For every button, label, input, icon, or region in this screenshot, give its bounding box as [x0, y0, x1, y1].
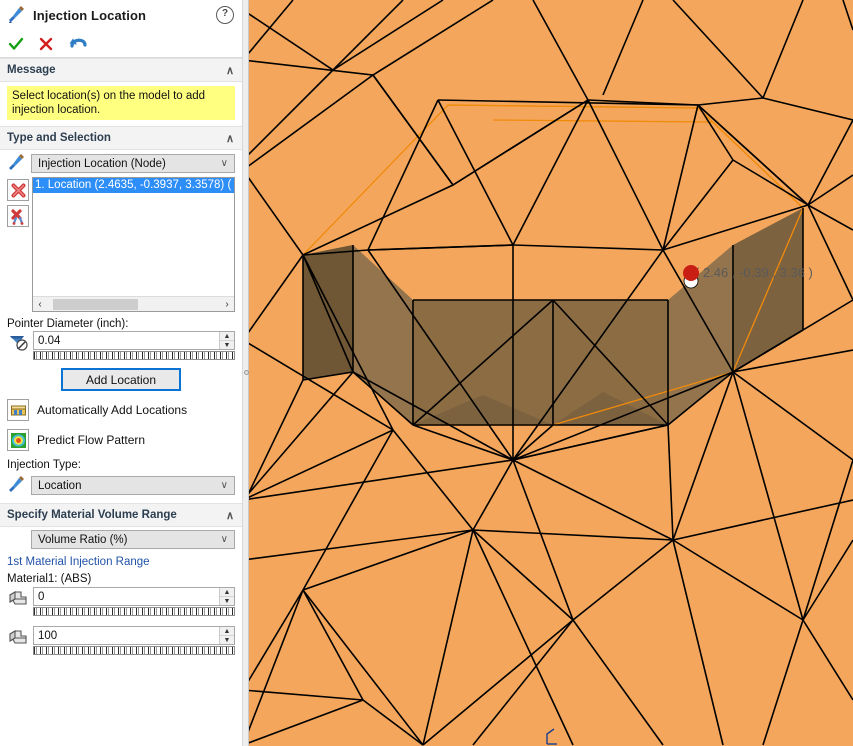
material-max-row: ▲ ▼ — [0, 626, 242, 657]
pointer-diameter-row: ▲ ▼ — [0, 331, 242, 362]
predict-flow-pattern-icon[interactable] — [7, 429, 29, 451]
type-combo-row: Injection Location (Node) ∨ — [0, 150, 242, 177]
property-manager-panel: Injection Location ? Message ∧ Select lo… — [0, 0, 243, 746]
spin-up-icon[interactable]: ▲ — [220, 588, 234, 597]
scroll-left-arrow-icon[interactable]: ‹ — [33, 299, 47, 310]
pointer-diameter-icon — [7, 331, 29, 356]
material-min-spinner[interactable]: ▲ ▼ — [33, 587, 235, 606]
material-max-field-wrap: ▲ ▼ — [33, 626, 235, 655]
add-location-row: Add Location — [0, 362, 242, 395]
chevron-up-icon[interactable]: ∧ — [226, 132, 234, 145]
section-header-material-volume[interactable]: Specify Material Volume Range ∧ — [0, 503, 242, 527]
message-text: Select location(s) on the model to add i… — [7, 86, 235, 120]
predict-flow-pattern-row[interactable]: Predict Flow Pattern — [0, 425, 242, 455]
pointer-diameter-input[interactable] — [34, 332, 219, 349]
coordinate-readout: ( 2.46 , -0.39 , 3.36 ) — [695, 265, 813, 280]
material-min-field-wrap: ▲ ▼ — [33, 587, 235, 616]
cancel-button[interactable] — [38, 36, 54, 52]
volume-block-icon — [7, 587, 29, 612]
material-max-spinner[interactable]: ▲ ▼ — [33, 626, 235, 645]
material-name-label: Material1: (ABS) — [7, 573, 92, 585]
volume-unit-value: Volume Ratio (%) — [38, 533, 128, 546]
selection-area: 1. Location (2.4635, -0.3937, 3.3578) ( … — [0, 177, 242, 314]
section-header-type-selection[interactable]: Type and Selection ∧ — [0, 126, 242, 150]
delete-all-locations-button[interactable] — [7, 205, 29, 227]
selection-tool-buttons — [7, 177, 29, 227]
chevron-down-icon[interactable]: ∨ — [221, 480, 232, 491]
spin-up-icon[interactable]: ▲ — [220, 332, 234, 341]
undo-button[interactable] — [68, 34, 90, 54]
injection-nozzle-small-icon — [7, 153, 27, 174]
pointer-diameter-field-wrap: ▲ ▼ — [33, 331, 235, 360]
material-min-input[interactable] — [34, 588, 219, 605]
material-max-slider[interactable] — [33, 646, 235, 655]
chevron-down-icon[interactable]: ∨ — [221, 534, 232, 545]
auto-add-locations-row[interactable]: Automatically Add Locations — [0, 395, 242, 425]
material-min-slider[interactable] — [33, 607, 235, 616]
scroll-right-arrow-icon[interactable]: › — [220, 299, 234, 310]
injection-type-value: Location — [38, 479, 82, 492]
pointer-diameter-spinner[interactable]: ▲ ▼ — [33, 331, 235, 350]
injection-nozzle-icon — [6, 4, 26, 27]
spin-down-icon[interactable]: ▼ — [220, 597, 234, 605]
panel-action-bar — [0, 30, 242, 58]
chevron-down-icon[interactable]: ∨ — [221, 158, 232, 169]
material-injection-range-link[interactable]: 1st Material Injection Range — [0, 552, 242, 570]
help-icon[interactable]: ? — [216, 6, 234, 24]
scrollbar-track[interactable] — [47, 297, 220, 311]
volume-unit-row: Volume Ratio (%) ∨ — [0, 527, 242, 552]
section-title-type-selection: Type and Selection — [7, 132, 111, 144]
delete-location-button[interactable] — [7, 179, 29, 201]
injection-type-row: Location ∨ — [0, 472, 242, 499]
spin-down-icon[interactable]: ▼ — [220, 636, 234, 644]
predict-flow-pattern-label: Predict Flow Pattern — [37, 433, 146, 447]
injection-location-window: Injection Location ? Message ∧ Select lo… — [0, 0, 853, 746]
pointer-diameter-spin-buttons[interactable]: ▲ ▼ — [219, 332, 234, 349]
panel-title-bar: Injection Location ? — [0, 0, 242, 30]
panel-splitter[interactable] — [243, 0, 249, 746]
page-title: Injection Location — [33, 7, 147, 23]
injection-type-label: Injection Type: — [7, 459, 81, 471]
auto-add-locations-label: Automatically Add Locations — [37, 403, 188, 417]
chevron-up-icon[interactable]: ∧ — [226, 509, 234, 522]
spin-up-icon[interactable]: ▲ — [220, 627, 234, 636]
add-location-button[interactable]: Add Location — [61, 368, 181, 391]
mesh-model[interactable] — [243, 0, 853, 746]
spin-down-icon[interactable]: ▼ — [220, 341, 234, 349]
pointer-diameter-label: Pointer Diameter (inch): — [7, 318, 129, 330]
injection-location-type-select[interactable]: Injection Location (Node) ∨ — [31, 154, 235, 173]
injection-nozzle-small-icon — [7, 475, 27, 496]
volume-block-icon — [7, 626, 29, 651]
material-max-input[interactable] — [34, 627, 219, 644]
section-title-material-volume: Specify Material Volume Range — [7, 509, 177, 521]
graphics-viewport[interactable]: ( 2.46 , -0.39 , 3.36 ) — [243, 0, 853, 746]
selected-locations-list[interactable]: 1. Location (2.4635, -0.3937, 3.3578) ( … — [32, 177, 235, 312]
material-min-row: ▲ ▼ — [0, 587, 242, 618]
chevron-up-icon[interactable]: ∧ — [226, 64, 234, 77]
material-max-spin-buttons[interactable]: ▲ ▼ — [219, 627, 234, 644]
list-horizontal-scrollbar[interactable]: ‹ › — [33, 296, 234, 311]
type-combo-value: Injection Location (Node) — [38, 157, 166, 170]
volume-unit-select[interactable]: Volume Ratio (%) ∨ — [31, 530, 235, 549]
confirm-button[interactable] — [8, 36, 24, 52]
axis-triad-icon — [546, 728, 557, 745]
splitter-grip[interactable] — [244, 370, 249, 375]
auto-add-locations-icon[interactable] — [7, 399, 29, 421]
list-item[interactable]: 1. Location (2.4635, -0.3937, 3.3578) ( — [33, 178, 234, 193]
injection-point-marker[interactable] — [680, 263, 702, 289]
scrollbar-thumb[interactable] — [53, 298, 138, 310]
injection-type-select[interactable]: Location ∨ — [31, 476, 235, 495]
section-header-message[interactable]: Message ∧ — [0, 58, 242, 82]
section-title-message: Message — [7, 64, 56, 76]
pointer-diameter-slider[interactable] — [33, 351, 235, 360]
material-min-spin-buttons[interactable]: ▲ ▼ — [219, 588, 234, 605]
